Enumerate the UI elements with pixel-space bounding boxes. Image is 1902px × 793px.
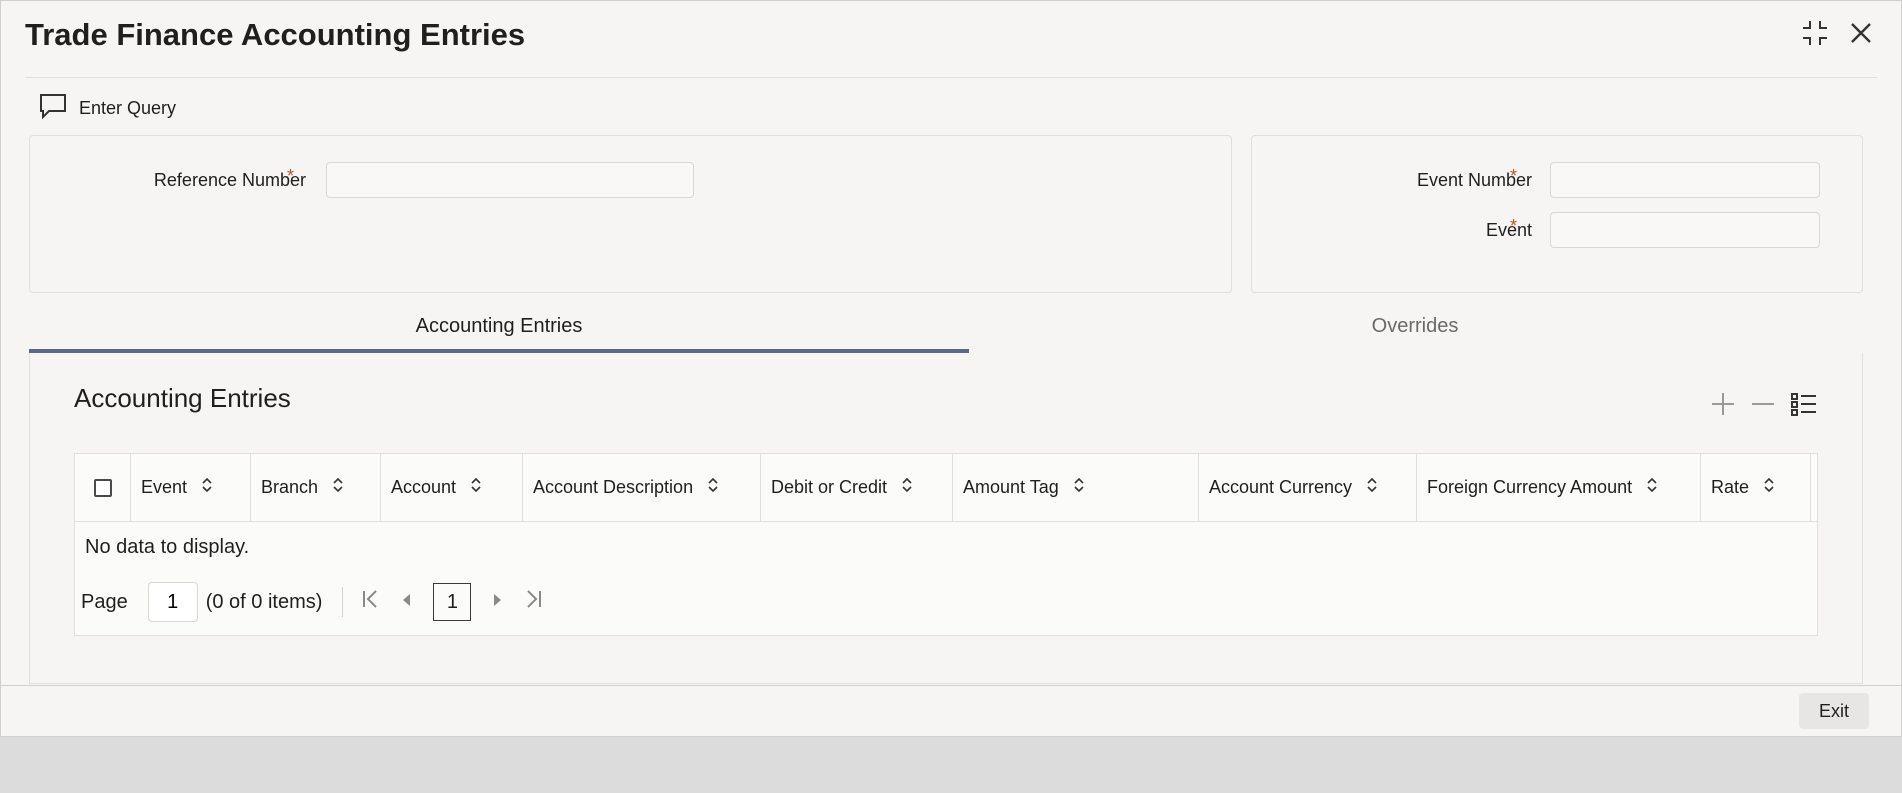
title-divider <box>25 77 1877 78</box>
delete-row-icon[interactable] <box>1750 391 1776 422</box>
reference-panel: Reference Number * <box>29 135 1232 293</box>
column-header-account-currency[interactable]: Account Currency <box>1199 454 1417 521</box>
items-summary: (0 of 0 items) <box>205 590 323 613</box>
tab-overrides[interactable]: Overrides <box>969 307 1861 353</box>
first-page-icon[interactable] <box>361 589 379 615</box>
window-controls <box>1801 19 1873 47</box>
reference-number-input[interactable] <box>326 162 694 198</box>
maximize-icon[interactable] <box>1801 19 1829 47</box>
tab-accounting-entries[interactable]: Accounting Entries <box>29 307 969 353</box>
required-mark: * <box>1510 166 1518 186</box>
last-page-icon[interactable] <box>525 589 543 615</box>
sort-icon[interactable] <box>707 476 719 499</box>
required-mark: * <box>1510 216 1518 236</box>
column-header-account[interactable]: Account <box>381 454 523 521</box>
tab-bar: Accounting Entries Overrides <box>29 307 1861 353</box>
accounting-entries-section: Accounting Entries Event Branch Account … <box>29 353 1863 684</box>
event-input[interactable] <box>1550 212 1820 248</box>
section-title: Accounting Entries <box>74 383 291 413</box>
select-all-checkbox[interactable] <box>94 478 112 497</box>
accounting-entries-table: Event Branch Account Account Description… <box>74 453 1818 636</box>
page-number-input[interactable] <box>147 582 198 622</box>
column-header-debit-or-credit[interactable]: Debit or Credit <box>761 454 953 521</box>
sort-icon[interactable] <box>470 476 482 499</box>
prev-page-icon[interactable] <box>401 591 411 614</box>
page-label: Page <box>81 590 128 613</box>
sort-icon[interactable] <box>901 476 913 499</box>
sort-icon[interactable] <box>1763 476 1775 499</box>
sort-icon[interactable] <box>1646 476 1658 499</box>
event-label: Event <box>1485 220 1532 240</box>
event-panel: Event Number * Event * <box>1251 135 1863 293</box>
pagination: Page (0 of 0 items) 1 <box>81 582 543 622</box>
add-row-icon[interactable] <box>1710 391 1736 422</box>
reference-number-label: Reference Number <box>153 170 306 190</box>
sort-icon[interactable] <box>1366 476 1378 499</box>
page-title: Trade Finance Accounting Entries <box>25 17 526 52</box>
empty-table-message: No data to display. <box>85 536 250 558</box>
required-mark: * <box>287 166 295 186</box>
column-header-foreign-currency-amount[interactable]: Foreign Currency Amount <box>1417 454 1701 521</box>
sort-icon[interactable] <box>201 476 213 499</box>
table-actions <box>1710 391 1818 422</box>
pagination-divider <box>342 587 344 617</box>
pagination-nav: 1 <box>361 583 543 621</box>
close-icon[interactable] <box>1849 21 1873 45</box>
column-header-account-description[interactable]: Account Description <box>523 454 761 521</box>
column-header-event[interactable]: Event <box>131 454 251 521</box>
column-header-branch[interactable]: Branch <box>251 454 381 521</box>
column-header-amount-tag[interactable]: Amount Tag <box>953 454 1199 521</box>
enter-query-button[interactable]: Enter Query <box>39 93 176 124</box>
event-number-label: Event Number <box>1416 170 1532 190</box>
sort-icon[interactable] <box>332 476 344 499</box>
chat-icon <box>39 93 67 124</box>
dialog-window: Trade Finance Accounting Entries Enter Q… <box>0 0 1902 737</box>
enter-query-label: Enter Query <box>79 98 177 118</box>
current-page[interactable]: 1 <box>433 583 472 621</box>
next-page-icon[interactable] <box>493 591 503 614</box>
table-header: Event Branch Account Account Description… <box>75 454 1817 522</box>
header-select-all-cell <box>75 454 131 521</box>
sort-icon[interactable] <box>1073 476 1085 499</box>
status-bar <box>0 736 1902 793</box>
event-number-input[interactable] <box>1550 162 1820 198</box>
footer-divider <box>1 685 1901 686</box>
column-header-rate[interactable]: Rate <box>1701 454 1811 521</box>
column-list-icon[interactable] <box>1790 391 1818 422</box>
exit-button[interactable]: Exit <box>1799 693 1869 729</box>
